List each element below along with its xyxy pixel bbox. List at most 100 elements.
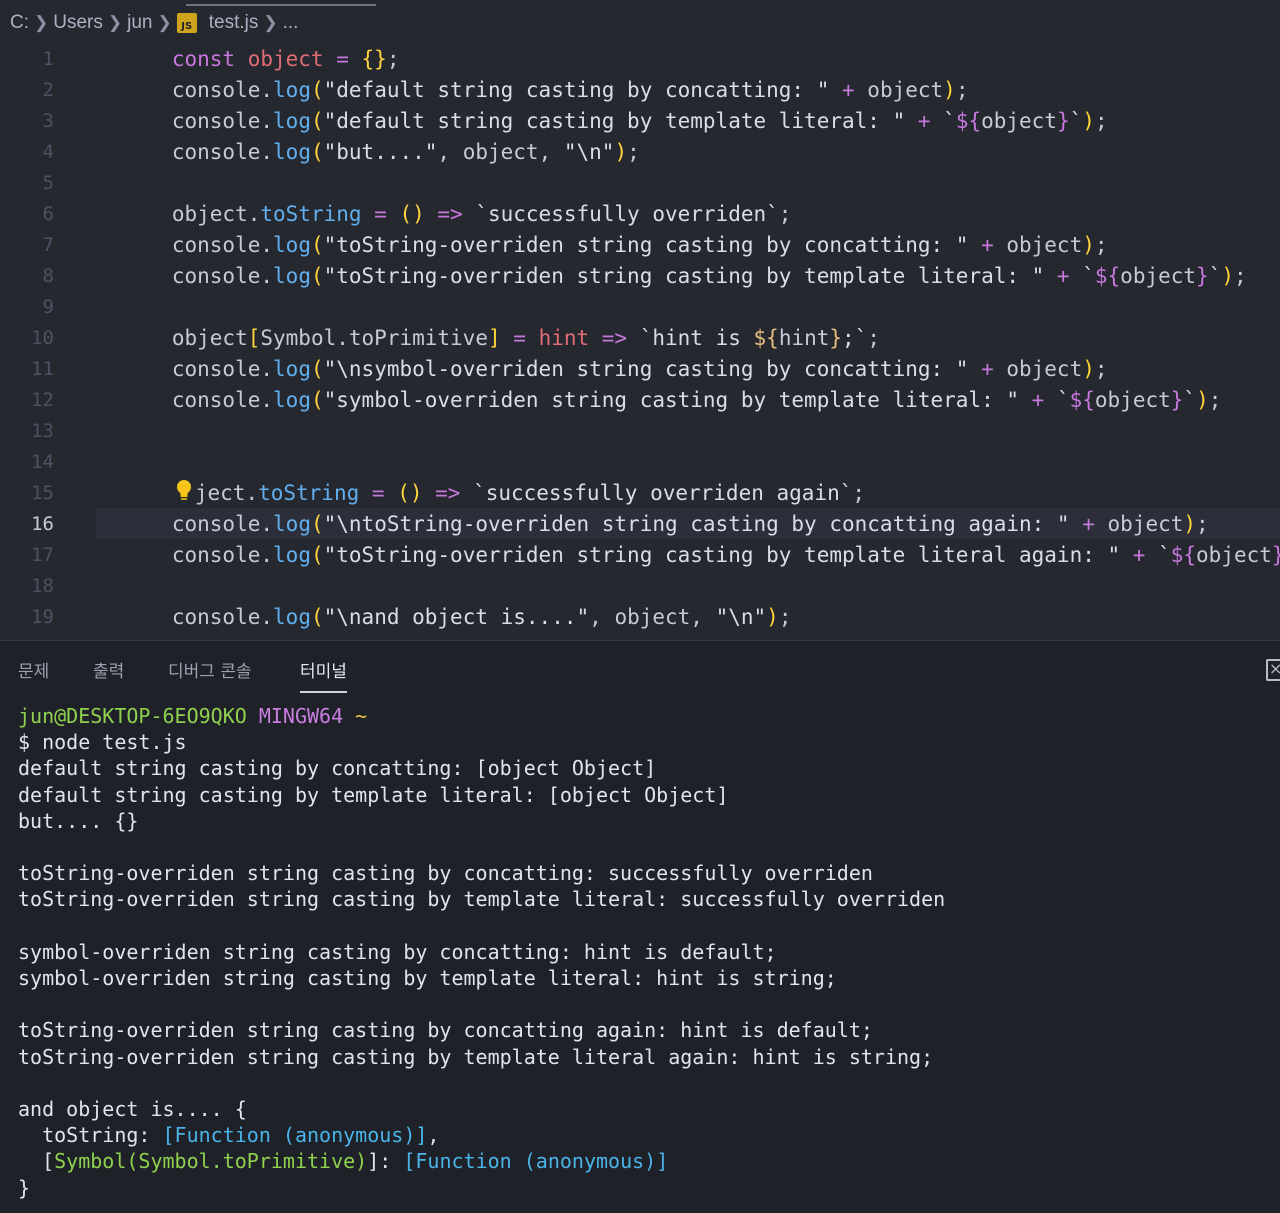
line-number: 11 (31, 357, 54, 380)
identifier: object (462, 139, 539, 164)
terminal-line: symbol-overriden string casting by templ… (18, 966, 837, 991)
bracket: ( (310, 263, 324, 288)
bracket: ( (310, 604, 324, 629)
bottom-panel: 문제 출력 디버그 콘솔 터미널 jun@DESKTOP-6EO9QKO MIN… (0, 640, 1280, 1213)
line-number: 4 (42, 140, 54, 163)
template-close: } (1170, 387, 1184, 412)
bracket: ( (310, 542, 324, 567)
punctuation: . (260, 263, 274, 288)
close-panel-icon[interactable] (1266, 659, 1280, 681)
string-literal: "but...." (323, 139, 438, 164)
bracket: ( (310, 139, 324, 164)
template-open: ${ (1094, 263, 1121, 288)
code-line[interactable]: 8 console.log("toString-overriden string… (0, 260, 1280, 291)
function-name: log (273, 139, 311, 164)
template-open: ${ (955, 108, 982, 133)
line-number: 13 (31, 419, 54, 442)
template-quote: ` (1208, 263, 1222, 288)
identifier: object (981, 108, 1057, 133)
prompt-path: ~ (355, 704, 368, 728)
punctuation: , (427, 1123, 440, 1148)
code-line[interactable]: 4 console.log("but....", object, "\n"); (0, 136, 1280, 167)
template-close: } (1196, 263, 1209, 288)
line-number: 12 (31, 388, 54, 411)
line-number: 3 (42, 109, 54, 132)
bracket: ) (1196, 387, 1209, 412)
identifier: console (171, 604, 261, 629)
terminal-line: toString-overriden string casting by con… (18, 861, 873, 886)
punctuation: . (260, 542, 274, 567)
code-line[interactable]: 12 console.log("symbol-overriden string … (0, 384, 1280, 415)
terminal-line: toString-overriden string casting by tem… (18, 1044, 934, 1069)
function-name: log (273, 604, 311, 629)
tab-terminal[interactable]: 터미널 (300, 657, 347, 693)
terminal-line: ​ (18, 913, 945, 939)
operator: + (1019, 387, 1057, 412)
string-literal: "symbol-overriden string casting by temp… (323, 387, 1019, 412)
identifier: object (1196, 542, 1272, 567)
terminal-line: toString-overriden string casting by con… (18, 1018, 873, 1043)
bracket: ) (1082, 108, 1095, 133)
terminal-line: and object is.... { (18, 1097, 247, 1122)
tab-output[interactable]: 출력 (93, 657, 124, 693)
line-number: 2 (42, 78, 54, 101)
terminal-line: ​ (18, 834, 945, 860)
punctuation: ; (1094, 108, 1108, 133)
template-open: ${ (1170, 542, 1197, 567)
code-line[interactable]: 19 console.log("\nand object is....", ob… (0, 601, 1280, 632)
terminal-line: default string casting by concatting: [o… (18, 756, 657, 781)
line-number: 1 (42, 47, 54, 70)
terminal-line: toString-overriden string casting by tem… (18, 887, 946, 912)
breadcrumb-drive[interactable]: C: (10, 12, 29, 34)
punctuation: . (260, 139, 274, 164)
string-literal: "\n" (715, 604, 767, 629)
line-number: 14 (31, 450, 54, 473)
template-close: } (1056, 108, 1070, 133)
terminal-line: but.... {} (18, 808, 139, 833)
punctuation: . (260, 604, 274, 629)
line-number: 10 (31, 326, 54, 349)
template-quote: ` (943, 108, 956, 133)
prompt-env: MINGW64 (258, 704, 344, 728)
bracket: ) (614, 139, 628, 164)
template-open: ${ (1069, 387, 1095, 412)
line-number: 15 (31, 481, 54, 504)
object-key-open: [ (18, 1149, 55, 1174)
identifier: object (1120, 263, 1197, 288)
punctuation: ; (778, 604, 792, 629)
template-quote: ` (1056, 387, 1070, 412)
function-name: log (273, 542, 311, 567)
punctuation: , (589, 604, 615, 629)
terminal-line: toString: [Function (anonymous)], (18, 1122, 945, 1148)
prompt-user: jun@DESKTOP-6EO9QKO (18, 704, 247, 728)
operator: + (905, 108, 944, 133)
punctuation: , (538, 139, 564, 164)
function-value: [Function (anonymous)] (403, 1149, 669, 1174)
symbol-key: Symbol(Symbol.toPrimitive) (54, 1149, 368, 1174)
chevron-right-icon: ❯ (34, 13, 49, 32)
identifier: object (614, 604, 691, 629)
punctuation: , (437, 139, 463, 164)
terminal-output[interactable]: jun@DESKTOP-6EO9QKO MINGW64 ~ $ node test… (18, 703, 945, 1201)
function-value: [Function (anonymous)] (162, 1123, 428, 1148)
string-literal: "toString-overriden string casting by te… (323, 263, 1045, 288)
terminal-command: $ node test.js (18, 730, 187, 755)
punctuation: . (260, 387, 274, 412)
identifier: console (171, 263, 261, 288)
terminal-line: } (18, 1175, 31, 1200)
code-line[interactable]: 13 (0, 415, 1280, 446)
tab-problems[interactable]: 문제 (18, 657, 49, 693)
terminal-prompt: jun@DESKTOP-6EO9QKO MINGW64 ~ (18, 703, 945, 729)
code-line[interactable]: 17 console.log("toString-overriden strin… (0, 539, 1280, 570)
line-number: 6 (42, 202, 54, 225)
line-number: 5 (42, 171, 54, 194)
tab-debug-console[interactable]: 디버그 콘솔 (168, 657, 252, 693)
terminal-line: symbol-overriden string casting by conca… (18, 939, 777, 964)
code-editor[interactable]: 1 const object = {}; 2 console.log("defa… (0, 46, 1280, 640)
string-literal: "\n" (563, 139, 615, 164)
object-key: toString: (18, 1123, 163, 1148)
string-literal: "\nand object is...." (323, 604, 590, 629)
punctuation: ; (1208, 387, 1222, 412)
terminal-line: ​ (18, 991, 945, 1017)
active-tab-indicator (186, 4, 376, 6)
